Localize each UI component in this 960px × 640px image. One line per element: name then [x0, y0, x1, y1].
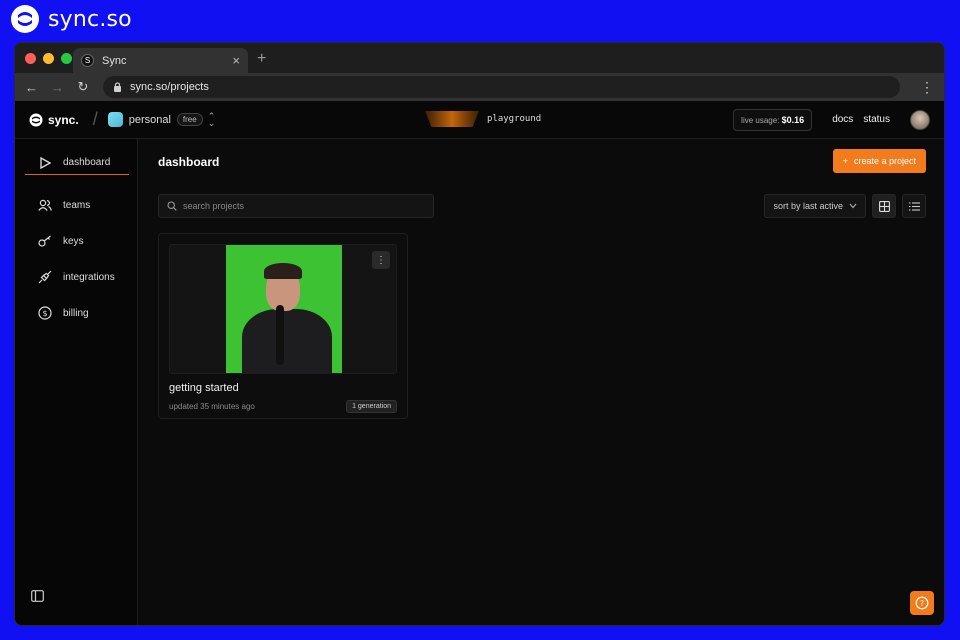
usage-value: $0.16 — [781, 114, 805, 125]
svg-text:?: ? — [920, 599, 924, 608]
sync-logo-icon — [11, 5, 39, 33]
person-hair — [264, 263, 302, 279]
video-preview — [226, 245, 342, 373]
sidebar-item-keys[interactable]: keys — [25, 223, 129, 259]
help-icon: ? — [915, 596, 929, 610]
project-card[interactable]: ⋮ getting started updated 35 minutes ago… — [158, 233, 408, 419]
url-text: sync.so/projects — [130, 81, 209, 93]
sidebar-item-label: billing — [63, 307, 89, 319]
search-input[interactable] — [183, 201, 413, 211]
logo-text: sync. — [48, 112, 79, 127]
grid-icon — [878, 200, 890, 212]
forward-icon[interactable]: → — [51, 80, 64, 95]
create-project-label: create a project — [853, 156, 916, 166]
browser-window: S Sync × + ← → ↻ sync.so/projects ⋮ sync… — [14, 42, 945, 626]
new-tab-button[interactable]: + — [257, 50, 266, 68]
favicon-icon: S — [81, 54, 94, 67]
tab-bar: S Sync × + — [15, 43, 944, 73]
playground-label: playground — [487, 114, 542, 124]
card-menu-button[interactable]: ⋮ — [372, 251, 390, 269]
sort-label: sort by last active — [773, 201, 843, 211]
lock-icon — [114, 82, 121, 92]
collapse-sidebar-button[interactable] — [31, 589, 44, 607]
user-avatar[interactable] — [910, 109, 930, 130]
play-icon — [37, 156, 53, 169]
minimize-window-button[interactable] — [43, 53, 54, 64]
plug-icon — [37, 270, 53, 284]
chevron-updown-icon: ⌃ ⌄ — [207, 110, 216, 128]
brand: sync.so — [10, 4, 132, 34]
app-logo[interactable]: sync. — [29, 113, 79, 127]
grid-view-button[interactable] — [872, 194, 896, 218]
svg-text:$: $ — [42, 309, 47, 318]
chevron-down-icon — [849, 203, 857, 209]
browser-menu-icon[interactable]: ⋮ — [920, 79, 934, 96]
sidebar-item-teams[interactable]: teams — [25, 187, 129, 223]
list-view-button[interactable] — [902, 194, 926, 218]
search-box — [158, 194, 434, 218]
main-content: dashboard + create a project sort by las… — [138, 139, 944, 625]
tab-title: Sync — [102, 54, 127, 67]
brand-name: sync.so — [48, 6, 132, 32]
help-button[interactable]: ? — [910, 591, 934, 615]
playground-link[interactable]: playground — [425, 111, 541, 127]
generation-count-badge: 1 generation — [346, 400, 397, 413]
sort-dropdown[interactable]: sort by last active — [764, 194, 866, 218]
close-window-button[interactable] — [25, 53, 36, 64]
close-tab-icon[interactable]: × — [232, 53, 240, 68]
microphone — [276, 305, 284, 365]
app-body: dashboard teams keys integrations $ bill… — [15, 139, 944, 625]
back-icon[interactable]: ← — [25, 80, 38, 95]
users-icon — [37, 199, 53, 211]
key-icon — [37, 235, 53, 247]
maximize-window-button[interactable] — [61, 53, 72, 64]
plus-icon: + — [842, 156, 848, 166]
project-title: getting started — [169, 382, 239, 394]
workspace-name: personal — [128, 113, 171, 126]
browser-tab[interactable]: S Sync × — [73, 48, 248, 73]
workspace-avatar-icon — [107, 112, 123, 127]
breadcrumb-separator: / — [92, 109, 98, 129]
project-updated: updated 35 minutes ago — [169, 402, 255, 411]
workspace-switcher[interactable]: personal free ⌃ ⌄ — [107, 110, 216, 128]
app-header: sync. / personal free ⌃ ⌄ playground live… — [15, 101, 944, 139]
window-controls — [25, 53, 72, 64]
sidebar-item-label: keys — [63, 235, 84, 247]
url-field[interactable]: sync.so/projects — [103, 76, 900, 98]
dollar-icon: $ — [37, 306, 53, 320]
page-title: dashboard — [158, 155, 220, 169]
sidebar-item-label: integrations — [63, 271, 115, 283]
list-icon — [908, 201, 920, 211]
playground-thumbnail-icon — [425, 111, 479, 127]
sidebar-toggle-icon — [31, 590, 44, 602]
plan-badge: free — [176, 113, 203, 126]
docs-link[interactable]: docs — [832, 114, 853, 125]
sidebar: dashboard teams keys integrations $ bill… — [15, 139, 138, 625]
live-usage[interactable]: live usage: $0.16 — [733, 108, 813, 131]
sidebar-item-integrations[interactable]: integrations — [25, 259, 129, 295]
project-meta: updated 35 minutes ago 1 generation — [169, 400, 397, 413]
create-project-button[interactable]: + create a project — [832, 149, 926, 173]
person-figure — [242, 309, 332, 373]
sidebar-item-dashboard[interactable]: dashboard — [25, 151, 129, 175]
status-link[interactable]: status — [863, 114, 890, 125]
sidebar-item-billing[interactable]: $ billing — [25, 295, 129, 331]
sidebar-item-label: dashboard — [63, 157, 111, 168]
header-right: live usage: $0.16 docs status — [733, 108, 930, 131]
projects-toolbar: sort by last active — [158, 193, 926, 219]
sync-mark-icon — [29, 113, 43, 126]
search-icon — [167, 201, 177, 211]
reload-icon[interactable]: ↻ — [77, 79, 89, 95]
project-thumbnail[interactable]: ⋮ — [169, 244, 397, 374]
sidebar-item-label: teams — [63, 199, 91, 211]
address-bar: ← → ↻ sync.so/projects ⋮ — [15, 73, 944, 101]
usage-label: live usage: — [741, 115, 780, 125]
